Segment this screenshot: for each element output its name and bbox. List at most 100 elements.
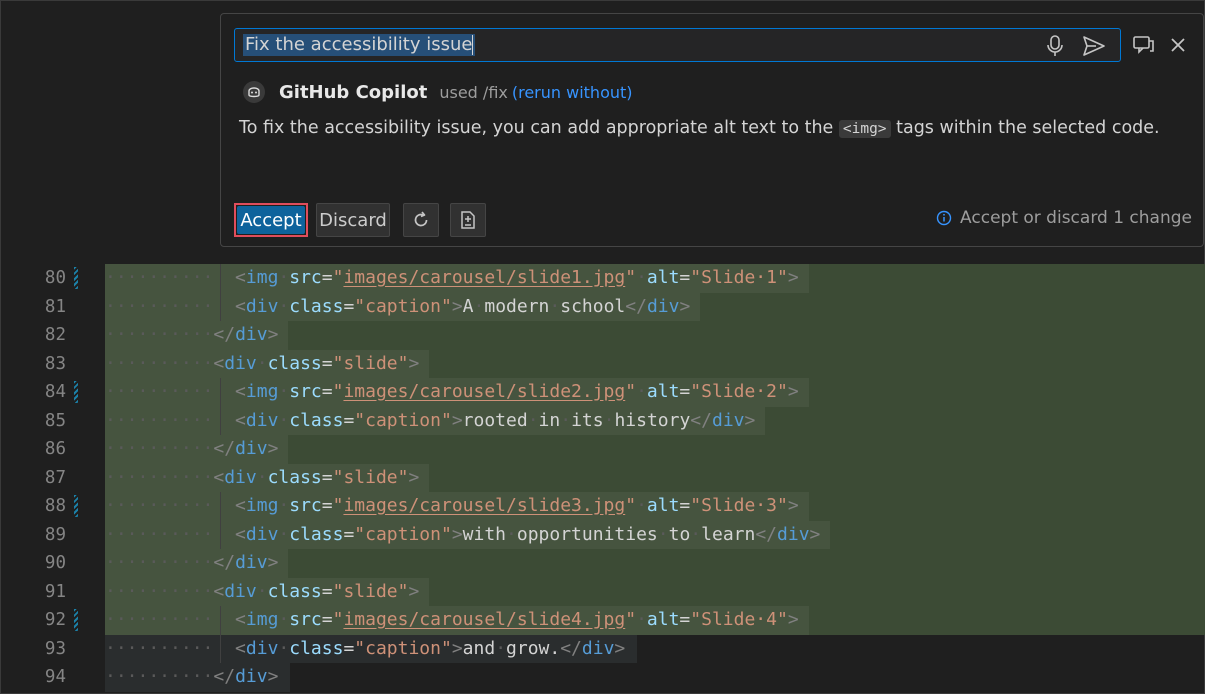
punctuation: > — [787, 609, 799, 630]
attribute-name: src — [289, 381, 322, 402]
line-number: 90 — [44, 553, 66, 573]
attribute-name: class — [289, 409, 344, 431]
tag-name: div — [245, 295, 279, 317]
attribute-name: class — [267, 352, 322, 374]
caption-word: in — [538, 409, 561, 431]
code-text: ·········· <img·src="images/carousel/sli… — [105, 492, 799, 521]
modified-gutter-marker[interactable] — [74, 609, 78, 631]
view-in-panel-icon[interactable] — [1131, 32, 1157, 58]
code-text: ·········· <div·class="caption">with·opp… — [105, 521, 820, 550]
code-line[interactable]: 82 ··········</div> — [0, 321, 1205, 350]
indent-whitespace: ·········· — [105, 580, 214, 602]
punctuation: < — [235, 381, 246, 402]
code-editor[interactable]: 80 ·········· <img·src="images/carousel/s… — [0, 264, 1205, 694]
tag-name: div — [224, 580, 257, 602]
code-text: ··········</div> — [105, 549, 278, 578]
src-link: images/carousel/slide2.jpg — [343, 381, 626, 402]
punctuation: > — [408, 352, 420, 374]
punctuation: < — [235, 523, 246, 545]
punctuation: > — [451, 295, 463, 317]
whitespace: · — [278, 637, 290, 659]
chat-prompt-input[interactable]: Fix the accessibility issue — [234, 28, 1121, 62]
caption-text: rooted·in·its·history — [463, 410, 691, 431]
whitespace: · — [278, 609, 290, 630]
line-number: 94 — [44, 667, 66, 687]
punctuation: > — [267, 438, 279, 459]
tag-name: img — [245, 495, 279, 516]
whitespace: · — [636, 609, 647, 630]
code-line[interactable]: 85 ·········· <div·class="caption">rooted… — [0, 406, 1205, 435]
accept-button[interactable]: Accept — [237, 206, 305, 234]
line-number: 87 — [44, 467, 66, 488]
whitespace: · — [278, 267, 290, 288]
diff-icon[interactable] — [450, 203, 486, 237]
refresh-icon[interactable] — [403, 203, 439, 237]
string: "caption" — [354, 523, 452, 545]
code-line[interactable]: 88 ·········· <img·src="images/carousel/s… — [0, 492, 1205, 521]
code-text: ··········</div> — [105, 435, 278, 464]
whitespace: · — [636, 495, 647, 516]
whitespace: · — [636, 381, 647, 402]
caption-word: school — [560, 295, 626, 317]
code-line[interactable]: 81 ·········· <div·class="caption">A·mode… — [0, 292, 1205, 321]
code-line[interactable]: 94 ··········</div> — [0, 663, 1205, 692]
tag-name: div — [235, 666, 268, 687]
modified-gutter-marker[interactable] — [74, 381, 78, 403]
code-text: ··········</div> — [105, 663, 278, 692]
code-line[interactable]: 80 ·········· <img·src="images/carousel/s… — [0, 264, 1205, 293]
code-line[interactable]: 84 ·········· <img·src="images/carousel/s… — [0, 378, 1205, 407]
indent-whitespace: ·········· — [105, 409, 236, 431]
punctuation: = — [321, 381, 333, 402]
code-line[interactable]: 91 ··········<div·class="slide"> — [0, 577, 1205, 606]
caption-word: modern — [484, 295, 550, 317]
code-line[interactable]: 89 ·········· <div·class="caption">with·o… — [0, 520, 1205, 550]
caption-word: learn — [701, 523, 756, 545]
modified-gutter-marker[interactable] — [74, 495, 78, 517]
alt-value: "Slide·1" — [690, 267, 788, 288]
modified-gutter-marker[interactable] — [74, 267, 78, 289]
punctuation: > — [809, 523, 821, 545]
punctuation: < — [213, 466, 225, 488]
string: " — [332, 609, 344, 630]
punctuation: > — [267, 552, 279, 573]
prompt-text[interactable]: Fix the accessibility issue — [243, 34, 476, 56]
punctuation: = — [321, 609, 333, 630]
close-icon[interactable] — [1165, 32, 1191, 58]
code-line[interactable]: 90 ··········</div> — [0, 549, 1205, 578]
discard-button[interactable]: Discard — [316, 203, 390, 237]
info-icon — [936, 210, 952, 226]
inline-chat-widget: Fix the accessibility issue GitHub Copil… — [220, 13, 1204, 247]
code-line[interactable]: 93 ·········· <div·class="caption">and·gr… — [0, 634, 1205, 663]
attribute-name: alt — [646, 381, 680, 402]
code-line[interactable]: 92 ·········· <img·src="images/carousel/s… — [0, 606, 1205, 635]
string: "slide" — [332, 466, 409, 488]
tag-name: div — [235, 438, 268, 459]
punctuation: </ — [213, 552, 236, 573]
tag-name: img — [245, 267, 279, 288]
punctuation: = — [679, 609, 691, 630]
src-link: images/carousel/slide4.jpg — [343, 609, 626, 630]
string: " — [332, 267, 344, 288]
mic-icon[interactable] — [1043, 34, 1067, 58]
code-text: ··········</div> — [105, 321, 278, 350]
string: " — [332, 381, 344, 402]
response-text-after: tags within the selected code. — [890, 118, 1160, 138]
line-number: 80 — [44, 268, 66, 288]
change-status: Accept or discard 1 change — [936, 208, 1192, 228]
code-line[interactable]: 86 ··········</div> — [0, 435, 1205, 464]
whitespace: · — [256, 580, 268, 602]
code-line[interactable]: 87 ··········<div·class="slide"> — [0, 463, 1205, 492]
rerun-without-link[interactable]: (rerun without) — [512, 83, 633, 102]
punctuation: = — [321, 267, 333, 288]
caption-text: and·grow. — [463, 638, 561, 659]
code-line[interactable]: 83 ··········<div·class="slide"> — [0, 349, 1205, 378]
send-icon[interactable] — [1081, 34, 1107, 58]
tag-name: div — [245, 409, 279, 431]
attribute-name: src — [289, 495, 322, 516]
punctuation: > — [787, 381, 799, 402]
string: " — [625, 267, 637, 288]
whitespace: · — [527, 409, 539, 431]
tag-name: div — [224, 466, 257, 488]
punctuation: = — [679, 267, 691, 288]
line-number: 93 — [44, 638, 66, 659]
